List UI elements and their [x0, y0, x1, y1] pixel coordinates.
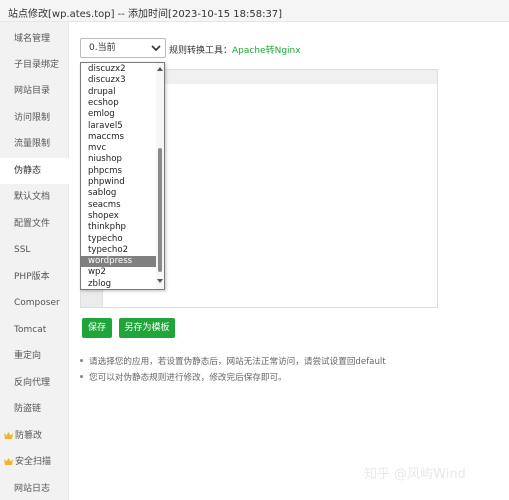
- dropdown-option[interactable]: ecshop: [81, 98, 157, 109]
- dropdown-option[interactable]: drupal: [81, 87, 157, 98]
- dropdown-option[interactable]: zblog: [81, 279, 157, 289]
- rewrite-template-select[interactable]: 0.当前: [80, 38, 166, 58]
- dropdown-option[interactable]: niushop: [81, 154, 157, 165]
- window-titlebar: 站点修改[wp.ates.top] -- 添加时间[2023-10-15 18:…: [0, 0, 509, 22]
- dropdown-option[interactable]: phpwind: [81, 177, 157, 188]
- dropdown-option[interactable]: discuzx3: [81, 75, 157, 86]
- dropdown-option[interactable]: discuzx2: [81, 64, 157, 75]
- select-value: 0.当前: [89, 43, 116, 53]
- sidebar-item-config-file[interactable]: 配置文件: [0, 211, 69, 237]
- sidebar-item-default-doc[interactable]: 默认文档: [0, 184, 69, 210]
- scroll-up-arrow-icon[interactable]: [157, 66, 163, 71]
- tip-item: 请选择您的应用，若设置伪静态后，网站无法正常访问，请尝试设置回default: [80, 355, 386, 367]
- sidebar-item-reverse-proxy[interactable]: 反向代理: [0, 370, 69, 396]
- sidebar-item-redirect[interactable]: 重定向: [0, 343, 69, 369]
- dropdown-option[interactable]: laravel5: [81, 121, 157, 132]
- scrollbar-thumb[interactable]: [158, 148, 162, 272]
- sidebar-item-ssl[interactable]: SSL: [0, 237, 69, 263]
- window-title: 站点修改[wp.ates.top] -- 添加时间[2023-10-15 18:…: [8, 9, 283, 20]
- sidebar-item-security-scan[interactable]: 安全扫描: [0, 449, 69, 475]
- dropdown-option[interactable]: seacms: [81, 200, 157, 211]
- dropdown-option[interactable]: phpcms: [81, 166, 157, 177]
- sidebar-item-php-version[interactable]: PHP版本: [0, 264, 69, 290]
- tip-item: 您可以对伪静态规则进行修改，修改完后保存即可。: [80, 371, 287, 383]
- sidebar-item-label: 防篡改: [15, 431, 43, 441]
- dropdown-option-highlighted[interactable]: wordpress: [81, 256, 157, 268]
- chevron-down-icon: [151, 45, 161, 52]
- sidebar: 域名管理 子目录绑定 网站目录 访问限制 流量限制 伪静态 默认文档 配置文件 …: [0, 22, 69, 500]
- sidebar-item-rewrite[interactable]: 伪静态: [0, 158, 69, 184]
- dropdown-option[interactable]: shopex: [81, 211, 157, 222]
- dropdown-option[interactable]: emlog: [81, 109, 157, 120]
- sidebar-item-tomcat[interactable]: Tomcat: [0, 317, 69, 343]
- sidebar-item-tamper-proof[interactable]: 防篡改: [0, 423, 69, 449]
- crown-icon: [4, 432, 13, 439]
- apache-to-nginx-link[interactable]: Apache转Nginx: [232, 46, 301, 56]
- sidebar-item-hotlink[interactable]: 防盗链: [0, 396, 69, 422]
- dropdown-option[interactable]: sablog: [81, 188, 157, 199]
- sidebar-item-label: 安全扫描: [15, 457, 52, 467]
- dropdown-option[interactable]: wp2: [81, 267, 157, 278]
- scroll-down-arrow-icon[interactable]: [157, 279, 163, 284]
- dropdown-option[interactable]: maccms: [81, 132, 157, 143]
- crown-icon: [4, 458, 13, 465]
- sidebar-item-subdir[interactable]: 子目录绑定: [0, 52, 69, 78]
- dropdown-scrollbar[interactable]: [156, 63, 164, 289]
- dropdown-option[interactable]: typecho2: [81, 245, 157, 256]
- save-button[interactable]: 保存: [82, 318, 112, 338]
- sidebar-item-site-log[interactable]: 网站日志: [0, 476, 69, 500]
- dropdown-option[interactable]: typecho: [81, 234, 157, 245]
- rule-converter-text: 规则转换工具：: [169, 46, 233, 56]
- save-as-template-button[interactable]: 另存为模板: [119, 318, 175, 338]
- sidebar-item-site-dir[interactable]: 网站目录: [0, 78, 69, 104]
- sidebar-item-traffic-limit[interactable]: 流量限制: [0, 131, 69, 157]
- sidebar-item-access-limit[interactable]: 访问限制: [0, 105, 69, 131]
- rewrite-template-dropdown[interactable]: discuzx2 discuzx3 drupal ecshop emlog la…: [80, 62, 165, 290]
- dropdown-option[interactable]: thinkphp: [81, 222, 157, 233]
- rule-converter-label: 规则转换工具：Apache转Nginx: [169, 43, 301, 56]
- sidebar-item-domain[interactable]: 域名管理: [0, 26, 69, 52]
- sidebar-item-composer[interactable]: Composer: [0, 290, 69, 316]
- dropdown-option[interactable]: mvc: [81, 143, 157, 154]
- watermark: 知乎 @风屿Wind: [364, 467, 466, 482]
